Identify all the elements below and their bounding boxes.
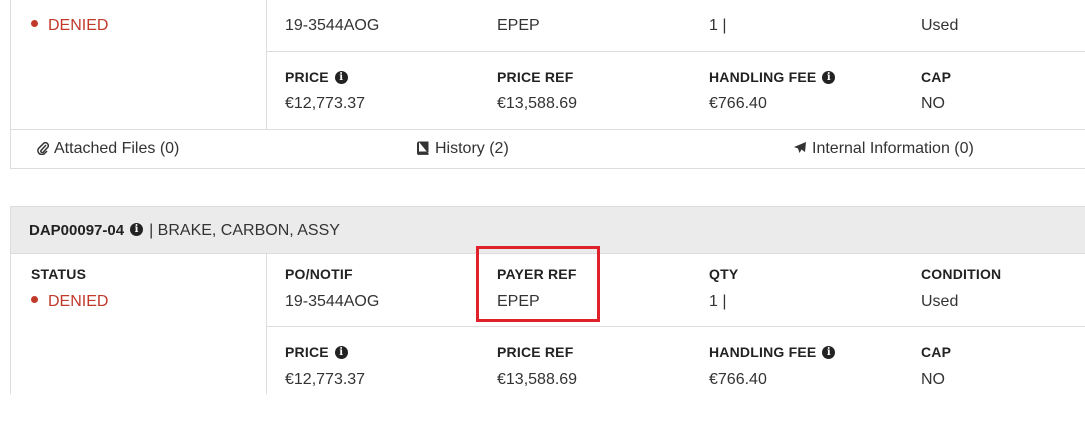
status-value: DENIED: [31, 17, 108, 35]
payer-ref-value: EPEP: [497, 17, 540, 34]
status-dot-icon: [31, 296, 38, 304]
card-header-title: DAP00097-04 i | BRAKE, CARBON, ASSY: [29, 222, 340, 240]
handling-fee-value: €766.40: [709, 95, 767, 112]
plane-icon: [794, 141, 806, 153]
info-icon[interactable]: i: [822, 345, 836, 359]
po-notif-value: 19-3544AOG: [285, 17, 380, 34]
row-divider: [266, 51, 1085, 52]
price-label: PRICE i: [285, 69, 348, 85]
status-label: STATUS: [31, 266, 87, 282]
part-description: | BRAKE, CARBON, ASSY: [149, 222, 340, 239]
tab-history[interactable]: History (2): [416, 140, 509, 158]
info-icon[interactable]: i: [130, 223, 144, 237]
price-value: €12,773.37: [285, 371, 366, 388]
info-icon[interactable]: i: [822, 70, 836, 84]
tab-attached-files[interactable]: Attached Files (0): [37, 140, 179, 158]
qty-value: 1 |: [709, 17, 727, 34]
part-id: DAP00097-04: [29, 222, 125, 239]
paperclip-icon: [37, 141, 50, 156]
handling-fee-label: HANDLING FEE i: [709, 69, 836, 85]
row-divider: [266, 326, 1085, 327]
handling-fee-value: €766.40: [709, 371, 767, 388]
cap-label: CAP: [921, 344, 952, 360]
qty-value: 1 |: [709, 293, 727, 310]
condition-value: Used: [921, 17, 959, 34]
price-value: €12,773.37: [285, 95, 366, 112]
price-ref-label: PRICE REF: [497, 344, 574, 360]
card-tab-bar: Attached Files (0) History (2) Internal …: [10, 129, 1085, 169]
info-icon[interactable]: i: [334, 345, 348, 359]
condition-value: Used: [921, 293, 959, 310]
handling-fee-label: HANDLING FEE i: [709, 344, 836, 360]
highlight-box: [476, 246, 600, 322]
cap-value: NO: [921, 95, 945, 112]
cap-value: NO: [921, 371, 945, 388]
price-ref-label: PRICE REF: [497, 69, 574, 85]
book-icon: [417, 141, 429, 155]
price-ref-value: €13,588.69: [497, 371, 578, 388]
po-notif-label: PO/NOTIF: [285, 266, 353, 282]
tab-internal-information[interactable]: Internal Information (0): [793, 140, 974, 158]
request-card-1: DENIED 19-3544AOG EPEP 1 | Used PRICE i €…: [10, 0, 1085, 129]
price-label: PRICE i: [285, 344, 348, 360]
qty-label: QTY: [709, 266, 739, 282]
condition-label: CONDITION: [921, 266, 1002, 282]
cap-label: CAP: [921, 69, 952, 85]
status-dot-icon: [31, 20, 38, 28]
po-notif-value: 19-3544AOG: [285, 293, 380, 310]
status-value: DENIED: [31, 293, 108, 311]
info-icon[interactable]: i: [334, 70, 348, 84]
price-ref-value: €13,588.69: [497, 95, 578, 112]
